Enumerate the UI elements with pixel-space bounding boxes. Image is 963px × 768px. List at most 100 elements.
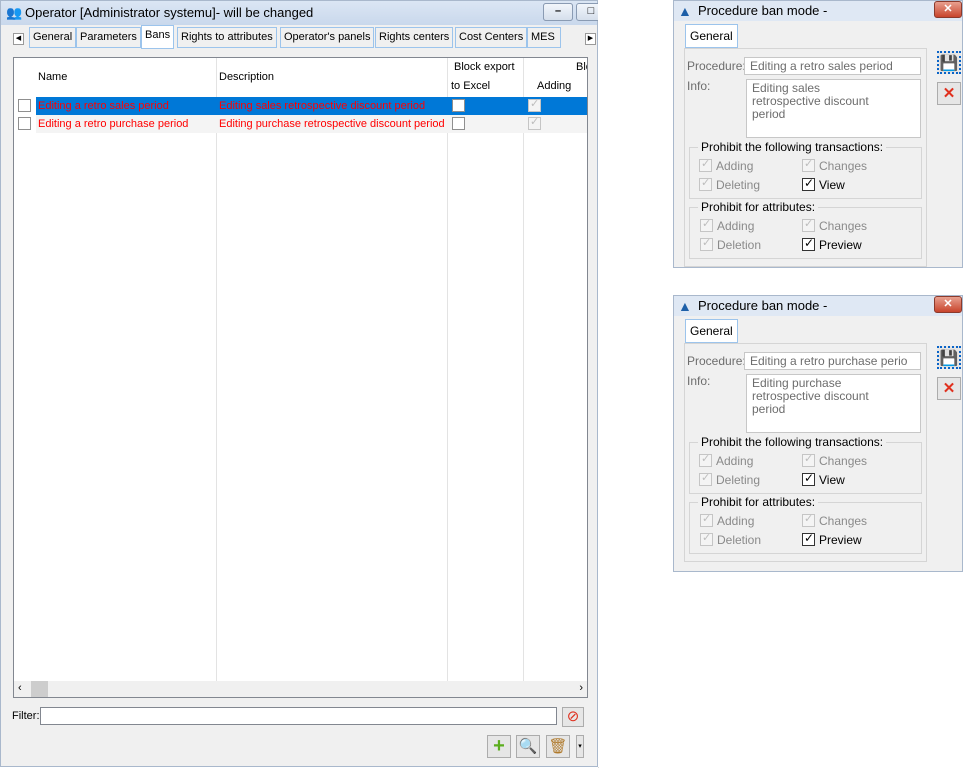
prohibit-attributes-group: Prohibit for attributes: Adding Changes …: [689, 495, 922, 554]
cancel-button[interactable]: ✕: [937, 82, 961, 105]
tab-parameters[interactable]: Parameters: [76, 27, 141, 48]
dialog-title: Procedure ban mode -: [698, 3, 828, 18]
close-button[interactable]: ✕: [934, 1, 962, 18]
attr-adding-checkbox: [700, 512, 713, 527]
attr-adding-label: Adding: [717, 514, 755, 528]
app-logo-icon: ▲: [678, 298, 692, 314]
row-checkbox[interactable]: [18, 117, 31, 130]
info-label: Info:: [687, 374, 711, 388]
adding-checkbox: [528, 97, 541, 112]
horizontal-scrollbar[interactable]: ‹ ›: [14, 681, 587, 697]
tab-general[interactable]: General: [685, 319, 738, 343]
row-name: Editing a retro sales period: [38, 100, 169, 112]
save-button[interactable]: 💾: [937, 51, 961, 74]
attr-deletion-label: Deletion: [717, 238, 762, 252]
tab-mes[interactable]: MES: [527, 27, 561, 48]
procedure-ban-dialog: ▲ Procedure ban mode - ✕ General Procedu…: [673, 0, 963, 268]
procedure-ban-dialog: ▲ Procedure ban mode - ✕ General Procedu…: [673, 295, 963, 572]
deleting-label: Deleting: [716, 473, 761, 487]
tab-rights-centers[interactable]: Rights centers: [375, 27, 454, 48]
dialog-title-bar: ▲ Procedure ban mode - ✕: [674, 296, 962, 316]
adding-checkbox: [528, 115, 541, 130]
add-button[interactable]: +: [487, 735, 511, 758]
procedure-field[interactable]: Editing a retro sales period: [744, 57, 921, 75]
row-checkbox[interactable]: [18, 99, 31, 112]
scroll-right-arrow[interactable]: ›: [579, 682, 583, 694]
adding-checkbox: [699, 157, 712, 172]
attr-changes-label: Changes: [819, 219, 868, 233]
scroll-thumb[interactable]: [31, 681, 48, 697]
changes-label: Changes: [819, 159, 868, 173]
save-button[interactable]: 💾: [937, 346, 961, 369]
column-header-to-excel[interactable]: to Excel: [451, 78, 490, 95]
info-textarea[interactable]: Editing sales retrospective discount per…: [746, 79, 921, 138]
deleting-checkbox: [699, 176, 712, 191]
more-dropdown-button[interactable]: ▾: [576, 735, 584, 758]
attr-changes-checkbox: [802, 217, 815, 232]
tab-general[interactable]: General: [29, 27, 77, 48]
operator-icon: 👥: [6, 5, 23, 20]
tab-operators-panels[interactable]: Operator's panels: [280, 27, 375, 48]
adding-label: Adding: [716, 454, 754, 468]
tab-cost-centers[interactable]: Cost Centers: [455, 27, 528, 48]
adding-label: Adding: [716, 159, 754, 173]
attr-deletion-checkbox: [700, 236, 713, 251]
clear-filter-button[interactable]: ⊘: [562, 707, 584, 727]
dialog-title: Procedure ban mode -: [698, 298, 828, 313]
row-name: Editing a retro purchase period: [38, 118, 189, 130]
info-label: Info:: [687, 79, 711, 93]
window-edge: [598, 0, 673, 767]
attr-deletion-checkbox: [700, 531, 713, 546]
filter-input[interactable]: [40, 707, 557, 725]
column-header-description[interactable]: Description: [219, 69, 274, 86]
preview-checkbox[interactable]: [802, 531, 815, 546]
column-header-block[interactable]: Blo: [576, 59, 587, 76]
delete-button[interactable]: 🗑: [546, 735, 570, 758]
changes-checkbox: [802, 157, 815, 172]
row-description: Editing sales retrospective discount per…: [219, 100, 426, 112]
attr-adding-label: Adding: [717, 219, 755, 233]
minimize-button[interactable]: –: [543, 3, 573, 21]
column-header-name[interactable]: Name: [38, 69, 67, 86]
block-export-checkbox[interactable]: [452, 99, 465, 112]
view-checkbox[interactable]: [802, 471, 815, 486]
prohibit-transactions-group: Prohibit the following transactions: Add…: [689, 140, 922, 199]
preview-label: Preview: [819, 533, 862, 547]
search-button[interactable]: 🔍: [516, 735, 540, 758]
tab-bans[interactable]: Bans: [141, 25, 175, 49]
view-checkbox[interactable]: [802, 176, 815, 191]
column-header-adding[interactable]: Adding: [537, 78, 571, 95]
dialog-title-bar: ▲ Procedure ban mode - ✕: [674, 1, 962, 21]
attr-changes-checkbox: [802, 512, 815, 527]
procedure-label: Procedure:: [687, 354, 746, 368]
changes-checkbox: [802, 452, 815, 467]
preview-label: Preview: [819, 238, 862, 252]
window-title: Operator [Administrator systemu]- will b…: [25, 5, 314, 20]
prohibit-transactions-group: Prohibit the following transactions: Add…: [689, 435, 922, 494]
view-label: View: [819, 473, 845, 487]
tab-rights-to-attributes[interactable]: Rights to attributes: [177, 27, 277, 48]
close-button[interactable]: ✕: [934, 296, 962, 313]
info-textarea[interactable]: Editing purchase retrospective discount …: [746, 374, 921, 433]
deleting-label: Deleting: [716, 178, 761, 192]
attr-deletion-label: Deletion: [717, 533, 762, 547]
adding-checkbox: [699, 452, 712, 467]
cancel-button[interactable]: ✕: [937, 377, 961, 400]
scroll-left-arrow[interactable]: ‹: [18, 682, 22, 694]
prohibit-attributes-group: Prohibit for attributes: Adding Changes …: [689, 200, 922, 259]
tab-scroll-left[interactable]: ◀: [13, 33, 24, 45]
attr-adding-checkbox: [700, 217, 713, 232]
tab-scroll-right[interactable]: ▶: [585, 33, 596, 45]
title-bar: 👥 Operator [Administrator systemu]- will…: [1, 1, 597, 25]
procedure-label: Procedure:: [687, 59, 746, 73]
attr-changes-label: Changes: [819, 514, 868, 528]
procedure-field[interactable]: Editing a retro purchase perio: [744, 352, 921, 370]
block-export-checkbox[interactable]: [452, 117, 465, 130]
filter-label: Filter:: [12, 710, 40, 722]
tab-general[interactable]: General: [685, 24, 738, 48]
operator-window: 👥 Operator [Administrator systemu]- will…: [0, 0, 643, 768]
preview-checkbox[interactable]: [802, 236, 815, 251]
app-logo-icon: ▲: [678, 3, 692, 19]
bans-grid: Name Description Block export to Excel B…: [13, 57, 588, 698]
column-header-block-export[interactable]: Block export: [454, 59, 515, 76]
